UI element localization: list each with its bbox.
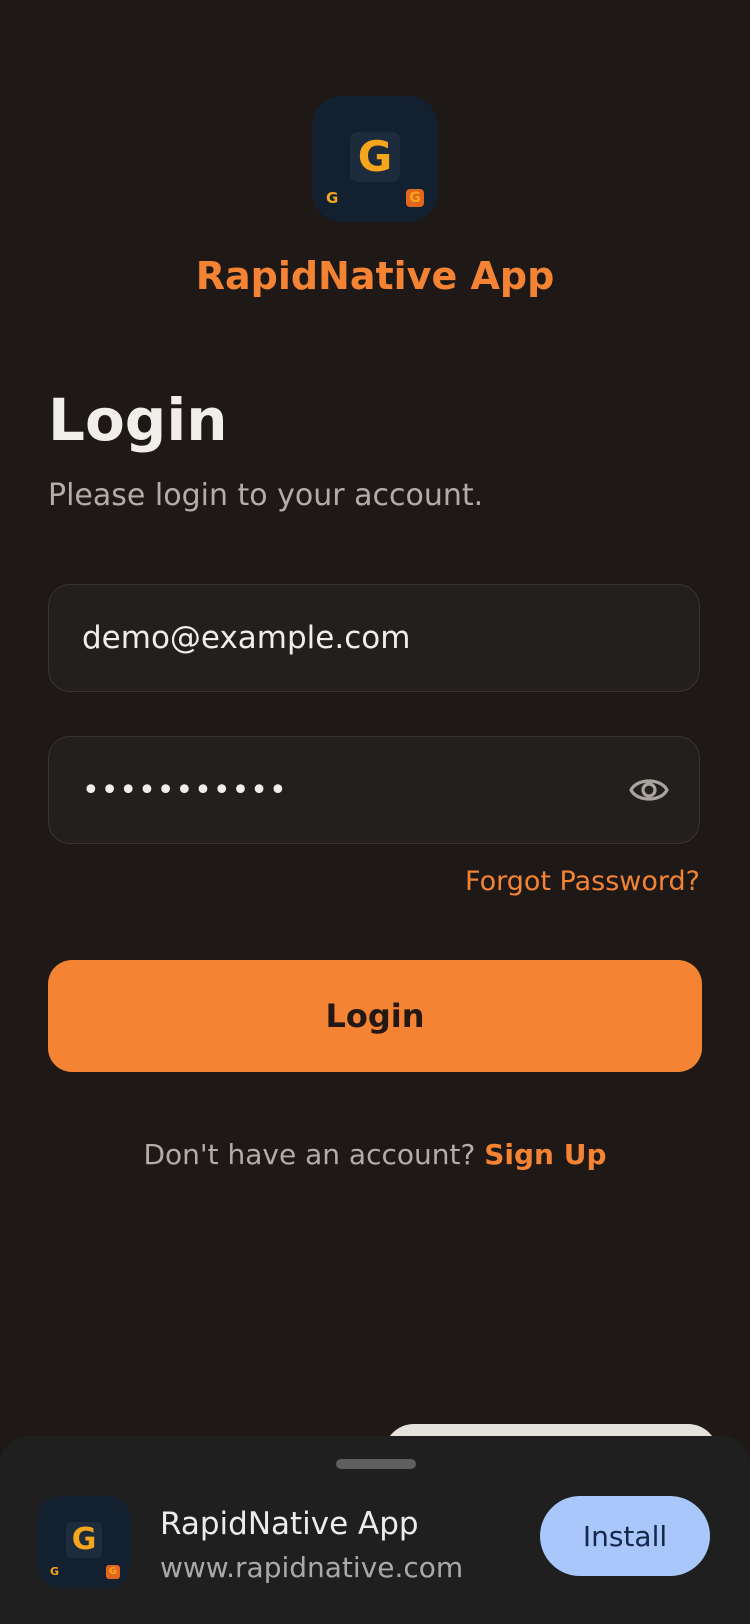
install-button[interactable]: Install [540, 1496, 710, 1576]
install-app-url: www.rapidnative.com [160, 1551, 464, 1584]
app-logo-letter: G [357, 132, 393, 181]
password-field[interactable] [48, 736, 700, 844]
sheet-drag-handle[interactable] [336, 1459, 416, 1469]
app-logo-letter: G [71, 1522, 97, 1557]
app-name: RapidNative App [195, 254, 555, 298]
eye-icon[interactable] [629, 772, 669, 808]
app-logo-small-letter: G [326, 189, 339, 207]
forgot-password-link[interactable]: Forgot Password? [465, 862, 700, 902]
email-field[interactable] [48, 584, 700, 692]
app-logo-inner: G [350, 132, 400, 182]
login-button[interactable]: Login [48, 960, 702, 1072]
signup-link[interactable]: Sign Up [484, 1138, 606, 1171]
install-sheet: G G G RapidNative App www.rapidnative.co… [0, 1436, 750, 1624]
page-subtitle: Please login to your account. [48, 478, 484, 513]
app-logo-badge: G [406, 189, 424, 207]
app-logo-icon: G G G [38, 1496, 130, 1588]
install-app-name: RapidNative App [160, 1506, 419, 1542]
signup-prompt: Don't have an account? Sign Up [0, 1134, 750, 1176]
app-logo-badge: G [106, 1565, 120, 1579]
page-title: Login [48, 386, 228, 454]
app-logo-inner: G [66, 1522, 102, 1558]
no-account-text: Don't have an account? [143, 1138, 485, 1171]
app-logo-small-letter: G [50, 1565, 60, 1578]
app-logo-icon: G G G [312, 96, 438, 222]
email-input[interactable] [82, 585, 642, 691]
password-input[interactable] [82, 737, 642, 843]
